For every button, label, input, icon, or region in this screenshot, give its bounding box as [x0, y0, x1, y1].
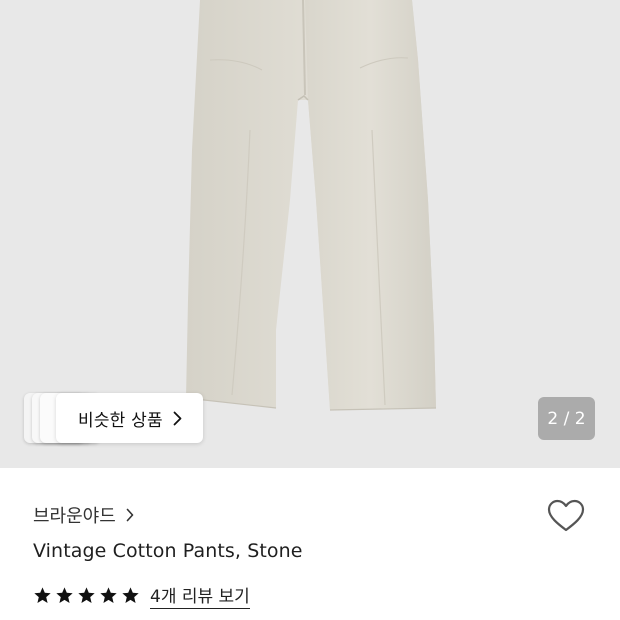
brand-name: 브라운야드 [33, 506, 116, 527]
product-name: Vintage Cotton Pants, Stone [33, 540, 303, 562]
heart-outline-icon [547, 499, 585, 537]
star-filled-icon [121, 586, 140, 605]
similar-products-widget[interactable]: 비슷한 상품 [24, 393, 204, 443]
chevron-right-icon [173, 411, 182, 426]
product-image-gallery[interactable]: 비슷한 상품 2 / 2 [0, 0, 620, 468]
chevron-right-icon [126, 508, 134, 522]
page-indicator: 2 / 2 [538, 397, 595, 440]
star-filled-icon [77, 586, 96, 605]
star-filled-icon [33, 586, 52, 605]
wishlist-button[interactable] [545, 498, 587, 538]
similar-products-label: 비슷한 상품 [78, 410, 163, 431]
star-rating [33, 586, 140, 605]
rating-row: 4개 리뷰 보기 [33, 582, 250, 609]
view-reviews-link[interactable]: 4개 리뷰 보기 [150, 582, 250, 609]
product-info-section: 브라운야드 Vintage Cotton Pants, Stone 4개 리뷰 … [0, 468, 620, 620]
star-filled-icon [55, 586, 74, 605]
star-filled-icon [99, 586, 118, 605]
similar-products-button[interactable]: 비슷한 상품 [56, 393, 203, 443]
brand-link[interactable]: 브라운야드 [33, 502, 134, 528]
